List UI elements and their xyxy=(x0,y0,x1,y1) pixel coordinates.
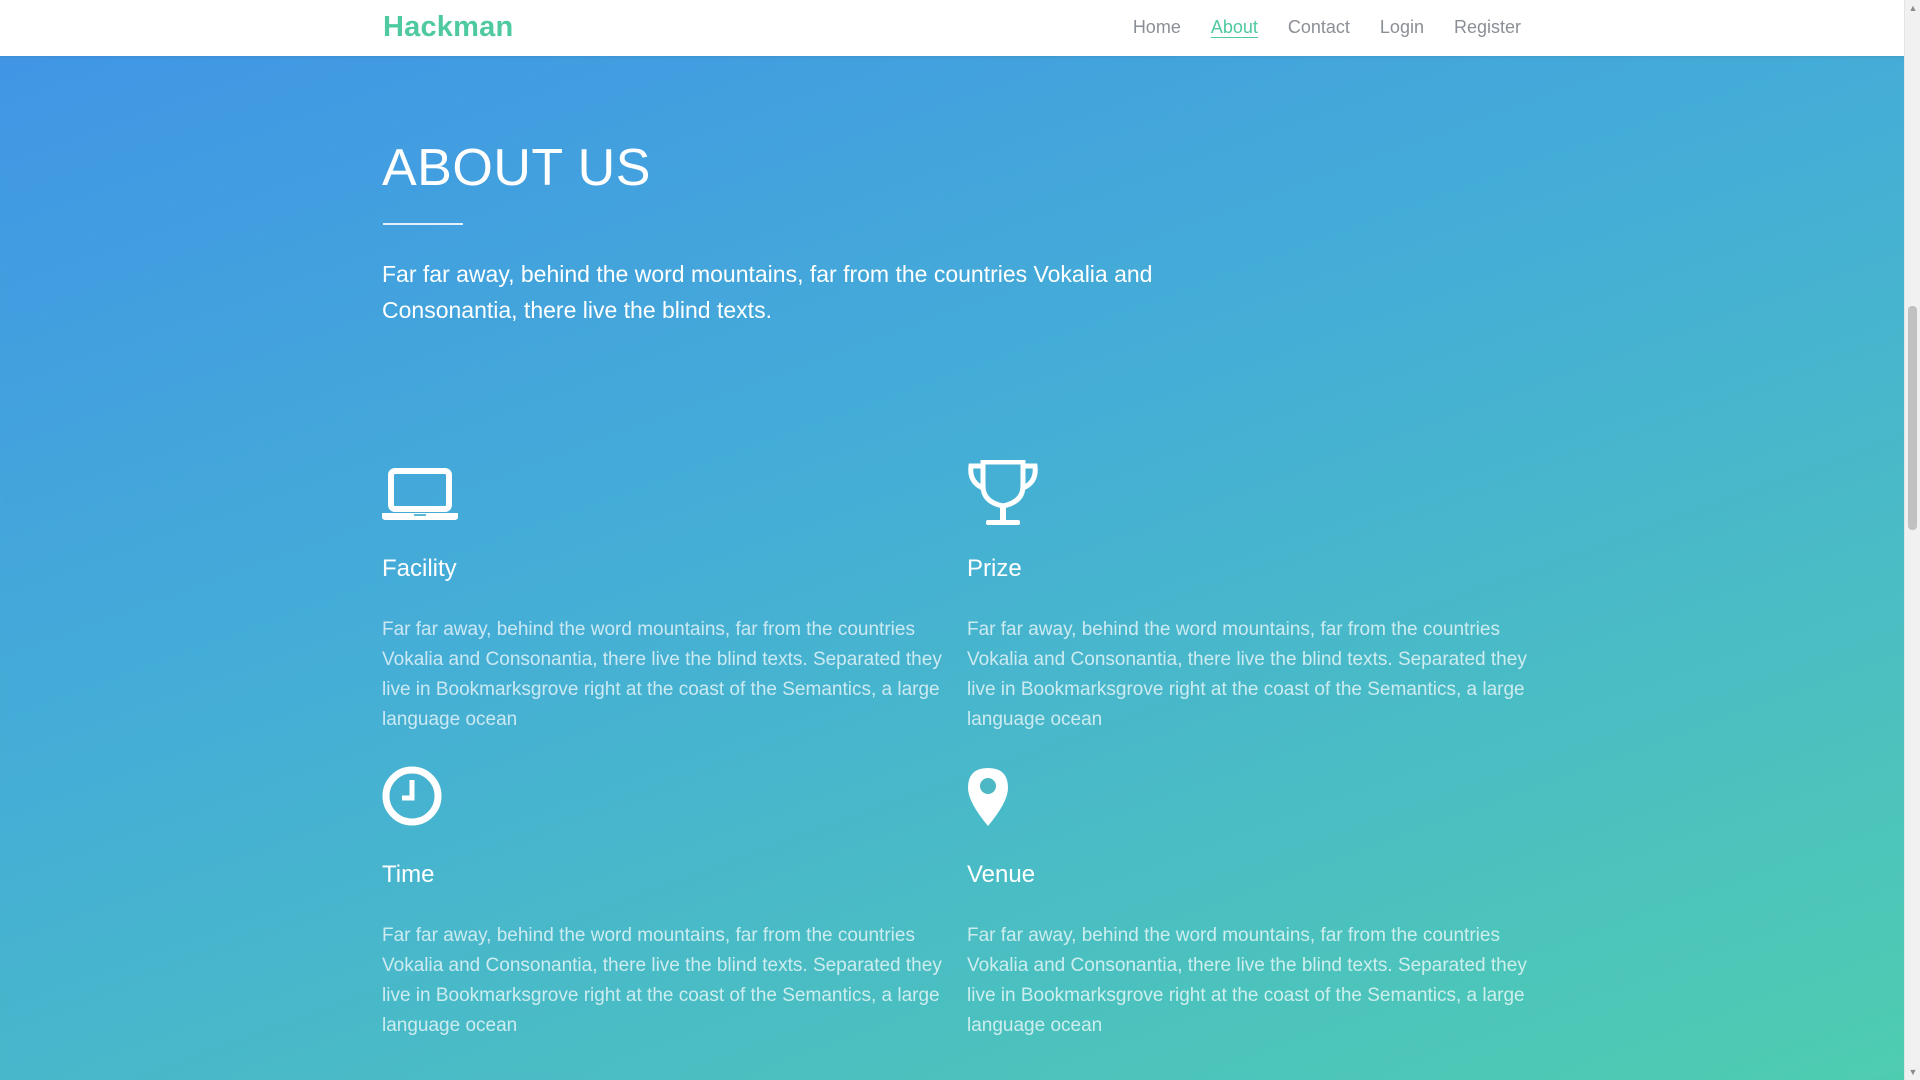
nav-link-home[interactable]: Home xyxy=(1133,17,1181,38)
feature-title: Venue xyxy=(967,861,1036,888)
section-title: ABOUT US xyxy=(382,139,651,197)
feature-text: Far far away, behind the word mountains,… xyxy=(967,619,1527,730)
scroll-up-arrow-icon[interactable]: ▲ xyxy=(1905,0,1920,16)
nav-link-about[interactable]: About xyxy=(1211,17,1258,38)
feature-title: Time xyxy=(382,861,435,888)
feature-text: Far far away, behind the word mountains,… xyxy=(382,619,942,730)
nav-link-contact[interactable]: Contact xyxy=(1288,17,1350,38)
page: Hackman Home About Contact Login Registe… xyxy=(0,0,1904,1080)
trophy-icon xyxy=(967,459,1039,535)
nav-link-register[interactable]: Register xyxy=(1454,17,1521,38)
laptop-icon xyxy=(382,460,458,565)
vertical-scrollbar[interactable]: ▲ ▼ xyxy=(1904,0,1920,1080)
brand-logo[interactable]: Hackman xyxy=(383,11,513,44)
scroll-thumb[interactable] xyxy=(1908,306,1917,530)
feature-title: Prize xyxy=(967,555,1022,582)
feature-title: Facility xyxy=(382,555,457,582)
map-pin-icon xyxy=(967,766,1011,833)
clock-icon xyxy=(382,766,444,833)
feature-text: Far far away, behind the word mountains,… xyxy=(382,925,942,1036)
feature-text: Far far away, behind the word mountains,… xyxy=(967,925,1527,1036)
navbar: Hackman Home About Contact Login Registe… xyxy=(0,0,1904,56)
lead-text: Far far away, behind the word mountains,… xyxy=(382,261,1153,323)
title-divider xyxy=(383,223,463,225)
nav-links: Home About Contact Login Register xyxy=(1133,17,1521,38)
scroll-down-arrow-icon[interactable]: ▼ xyxy=(1905,1064,1920,1080)
nav-link-login[interactable]: Login xyxy=(1380,17,1424,38)
